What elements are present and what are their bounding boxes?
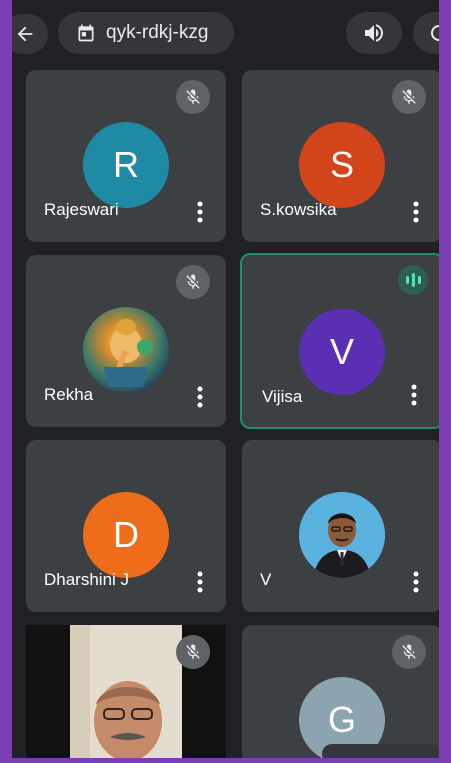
camera-feed <box>70 625 182 758</box>
meet-screen: qyk-rdkj-kzg R Rajeswari S S.kowsika Rek… <box>12 0 439 758</box>
participant-name: Dharshini J <box>44 570 130 589</box>
person-video <box>70 625 182 758</box>
speaker-button[interactable] <box>346 12 402 54</box>
more-options-button[interactable] <box>188 200 212 224</box>
more-vert-icon <box>411 384 417 406</box>
participant-tile-active-speaker[interactable]: V Vijisa <box>240 253 439 429</box>
more-options-button[interactable] <box>188 570 212 594</box>
mic-off-icon <box>392 635 426 669</box>
back-button[interactable] <box>12 14 48 54</box>
avatar: R <box>83 122 169 208</box>
avatar-photo <box>83 307 169 393</box>
participant-tile[interactable]: D Dharshini J <box>26 440 226 612</box>
more-options-button[interactable] <box>188 385 212 409</box>
more-vert-icon <box>197 571 203 593</box>
more-vert-icon <box>197 201 203 223</box>
participant-name: V <box>260 570 272 589</box>
participant-tile[interactable]: R Rajeswari <box>26 70 226 242</box>
more-vert-icon <box>197 386 203 408</box>
switch-camera-icon <box>431 25 439 41</box>
mic-off-icon <box>176 80 210 114</box>
more-options-button[interactable] <box>404 570 428 594</box>
deity-image <box>103 319 153 387</box>
audio-level-icon <box>398 265 428 295</box>
more-vert-icon <box>413 201 419 223</box>
participant-name: Rekha <box>44 385 94 404</box>
back-arrow-icon <box>17 26 33 42</box>
avatar: S <box>299 122 385 208</box>
participant-tile[interactable]: V <box>242 440 439 612</box>
meeting-code: qyk-rdkj-kzg <box>106 22 209 43</box>
mic-off-icon <box>176 265 210 299</box>
participant-tile[interactable]: Rekha <box>26 255 226 427</box>
avatar: D <box>83 492 169 578</box>
participant-name: Vijisa <box>262 387 303 406</box>
person-photo <box>299 492 385 578</box>
avatar: V <box>299 309 385 395</box>
switch-camera-button[interactable] <box>413 12 439 54</box>
participant-tile[interactable]: S S.kowsika <box>242 70 439 242</box>
participant-tile[interactable]: G <box>242 625 439 758</box>
participant-video-tile[interactable] <box>26 625 226 758</box>
mic-off-icon <box>176 635 210 669</box>
more-vert-icon <box>413 571 419 593</box>
top-bar: qyk-rdkj-kzg <box>12 0 439 60</box>
meeting-code-button[interactable]: qyk-rdkj-kzg <box>58 12 234 54</box>
mic-off-icon <box>392 80 426 114</box>
speaker-icon <box>365 24 383 42</box>
bottom-control-pill[interactable] <box>322 744 439 758</box>
avatar-photo <box>299 492 385 578</box>
participant-name: Rajeswari <box>44 200 119 219</box>
more-options-button[interactable] <box>404 200 428 224</box>
more-options-button[interactable] <box>402 383 426 407</box>
calendar-icon <box>78 24 94 42</box>
participant-name: S.kowsika <box>260 200 337 219</box>
